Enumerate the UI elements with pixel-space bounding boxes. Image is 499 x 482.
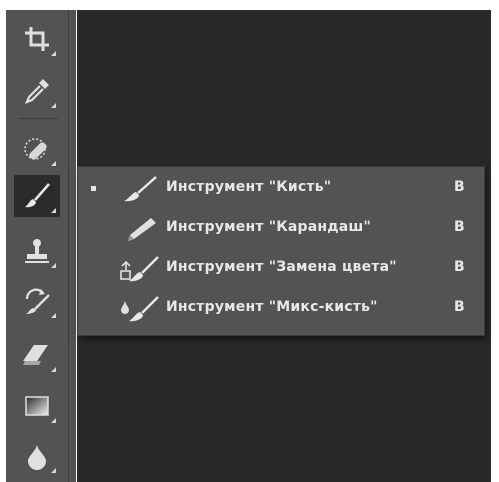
eyedropper-icon [25, 79, 49, 104]
crop-tool-button[interactable] [14, 18, 60, 60]
healing-brush-tool-button[interactable] [14, 128, 60, 170]
mixer-brush-icon [116, 294, 162, 324]
eyedropper-tool-button[interactable] [14, 70, 60, 112]
submenu-indicator [51, 367, 56, 372]
brush-icon [116, 174, 162, 204]
crop-icon [25, 27, 49, 51]
submenu-indicator [51, 103, 56, 108]
tools-panel [6, 10, 76, 482]
menu-item-mixer-brush-tool[interactable]: Инструмент "Микс-кисть" B [78, 289, 484, 329]
submenu-indicator [51, 161, 56, 166]
submenu-indicator [51, 263, 56, 268]
menu-item-brush-tool[interactable]: Инструмент "Кисть" B [78, 169, 484, 209]
menu-item-pencil-tool[interactable]: Инструмент "Карандаш" B [78, 209, 484, 249]
menu-item-color-replacement-tool[interactable]: Инструмент "Замена цвета" B [78, 249, 484, 289]
menu-item-label: Инструмент "Карандаш" [166, 219, 371, 235]
menu-item-shortcut: B [454, 179, 465, 195]
color-replacement-icon [116, 254, 162, 284]
menu-item-shortcut: B [454, 219, 465, 235]
submenu-indicator [51, 51, 56, 56]
submenu-indicator [51, 418, 56, 423]
eraser-tool-button[interactable] [14, 334, 60, 376]
history-brush-tool-button[interactable] [14, 280, 60, 322]
gradient-tool-button[interactable] [14, 385, 60, 427]
brush-tool-button[interactable] [14, 175, 60, 217]
gradient-icon [25, 396, 49, 416]
menu-item-label: Инструмент "Кисть" [166, 179, 332, 195]
clone-stamp-tool-button[interactable] [14, 230, 60, 272]
clone-stamp-icon [25, 239, 49, 263]
healing-brush-icon [24, 138, 47, 160]
blur-tool-button[interactable] [14, 435, 60, 477]
submenu-indicator [51, 468, 56, 473]
submenu-indicator [51, 313, 56, 318]
pencil-icon [116, 214, 162, 244]
toolbar-separator [18, 118, 58, 119]
menu-item-shortcut: B [454, 299, 465, 315]
selected-bullet-indicator [91, 186, 96, 191]
submenu-indicator [51, 208, 56, 213]
eraser-icon [23, 345, 48, 365]
history-brush-icon [25, 288, 50, 314]
blur-drop-icon [28, 444, 46, 470]
menu-item-label: Инструмент "Замена цвета" [166, 259, 397, 275]
brush-icon [25, 183, 50, 208]
tools-panel-column [6, 10, 69, 482]
menu-item-label: Инструмент "Микс-кисть" [166, 299, 378, 315]
brush-tools-flyout-menu: Инструмент "Кисть" B Инструмент "Каранда… [78, 167, 484, 335]
menu-item-shortcut: B [454, 259, 465, 275]
